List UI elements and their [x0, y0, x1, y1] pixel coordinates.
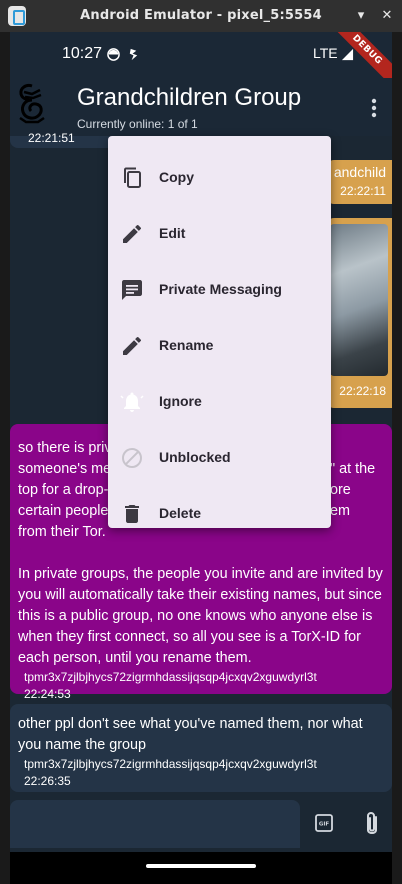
message-time: 22:22:11	[340, 184, 386, 198]
pencil-icon	[123, 336, 141, 355]
message-time: 22:24:53	[24, 687, 71, 701]
copy-icon	[124, 167, 141, 188]
menu-item-edit[interactable]: Edit	[108, 206, 331, 262]
more-vert-icon[interactable]	[362, 96, 386, 120]
menu-item-label: Delete	[159, 505, 202, 521]
message-text: In private groups, the people you invite…	[18, 566, 383, 666]
message-bubble-incoming[interactable]: other ppl don't see what you've named th…	[10, 704, 392, 792]
bell-icon	[120, 392, 144, 412]
message-input[interactable]	[10, 800, 300, 848]
menu-item-label: Copy	[159, 169, 194, 185]
status-app-icon	[107, 48, 120, 61]
message-icon	[122, 280, 142, 300]
message-image[interactable]	[330, 224, 388, 376]
message-bubble-image[interactable]: 22:22:18	[326, 218, 392, 408]
close-icon[interactable]: ✕	[378, 7, 396, 25]
signal-icon	[341, 48, 354, 61]
group-title[interactable]: Grandchildren Group	[77, 84, 301, 112]
trash-icon	[125, 505, 139, 523]
menu-item-private-messaging[interactable]: Private Messaging	[108, 262, 331, 318]
menu-item-label: Rename	[159, 337, 214, 353]
message-sender-id: tpmr3x7zjlbjhycs72zigrmhdassijqsqp4jcxqv…	[24, 757, 317, 771]
svg-text:GIF: GIF	[319, 822, 330, 828]
block-icon	[122, 448, 142, 468]
menu-item-copy[interactable]: Copy	[108, 150, 331, 206]
menu-item-label: Unblocked	[159, 449, 231, 465]
system-nav-bar	[10, 852, 392, 884]
menu-item-label: Ignore	[159, 393, 202, 409]
menu-item-label: Private Messaging	[159, 281, 282, 297]
message-time: 22:22:18	[339, 384, 386, 398]
attach-icon[interactable]	[360, 810, 384, 838]
status-bar: 10:27 LTE	[10, 32, 392, 78]
message-bubble-outgoing[interactable]: andchild 22:22:11	[326, 160, 392, 204]
message-text: other ppl don't see what you've named th…	[18, 716, 363, 753]
menu-item-ignore[interactable]: Ignore	[108, 374, 331, 430]
composer: GIF	[10, 800, 392, 852]
group-avatar-icon[interactable]	[16, 82, 48, 124]
menu-item-label: Edit	[159, 225, 186, 241]
pencil-icon	[123, 224, 141, 243]
minimize-icon[interactable]: ▾	[352, 7, 370, 25]
phone-screen: 10:27 LTE DEBUG Grandchildren Group Curr…	[10, 32, 392, 884]
emulator-title: Android Emulator - pixel_5:5554	[80, 8, 322, 23]
network-type: LTE	[313, 45, 338, 61]
message-sender-id: tpmr3x7zjlbjhycs72zigrmhdassijqsqp4jcxqv…	[24, 670, 317, 684]
message-sender: andchild	[333, 164, 386, 180]
emulator-title-bar: Android Emulator - pixel_5:5554 ▾ ✕	[0, 0, 402, 32]
menu-item-unblocked[interactable]: Unblocked	[108, 430, 331, 486]
message-time: 22:26:35	[24, 774, 71, 788]
menu-item-delete[interactable]: Delete	[108, 486, 331, 542]
message-time: 22:21:51	[28, 131, 75, 145]
message-context-menu: Copy Edit Private Messaging Rename Ignor…	[108, 136, 331, 528]
message-text-right: n e" at the nore hem	[322, 440, 376, 519]
home-gesture-bar[interactable]	[146, 864, 256, 868]
app-bar: Grandchildren Group Currently online: 1 …	[10, 78, 392, 136]
status-notification-icon	[129, 48, 138, 61]
menu-item-rename[interactable]: Rename	[108, 318, 331, 374]
status-time: 10:27	[62, 45, 103, 62]
online-status: Currently online: 1 of 1	[77, 117, 198, 131]
gif-icon[interactable]: GIF	[313, 812, 335, 834]
